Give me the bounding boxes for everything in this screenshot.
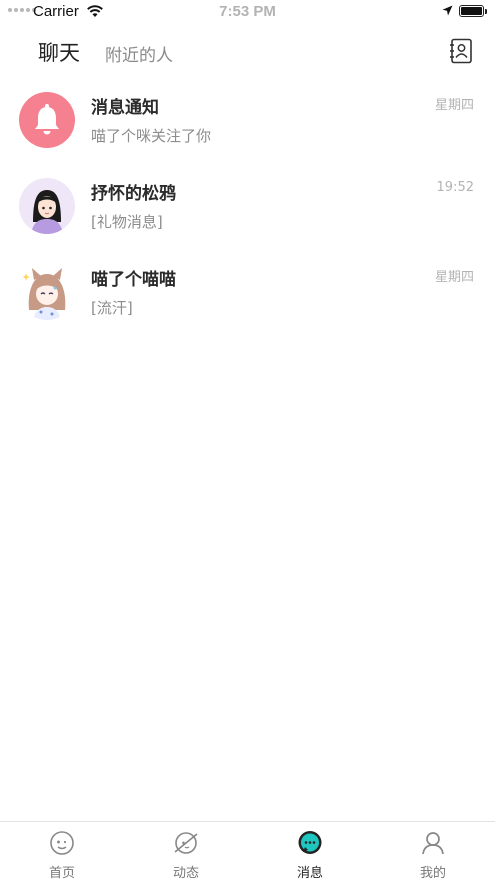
conversation-name: 喵了个喵喵 bbox=[91, 270, 176, 290]
conversation-name: 消息通知 bbox=[91, 98, 159, 118]
tab-profile[interactable]: 我的 bbox=[371, 822, 495, 882]
conversation-preview: [流汗] bbox=[91, 299, 133, 317]
top-tabs: 聊天 附近的人 bbox=[0, 32, 495, 72]
conversation-preview: [礼物消息] bbox=[91, 213, 163, 231]
conversation-item[interactable]: 消息通知 喵了个咪关注了你 星期四 bbox=[0, 77, 495, 163]
anime-girl-avatar bbox=[19, 264, 75, 320]
conversation-preview: 喵了个咪关注了你 bbox=[91, 127, 212, 145]
tab-home[interactable]: 首页 bbox=[0, 822, 124, 882]
status-bar: Carrier 7:53 PM bbox=[0, 0, 495, 24]
conversation-time: 星期四 bbox=[434, 98, 474, 113]
notification-avatar bbox=[19, 92, 75, 148]
location-arrow-icon bbox=[442, 5, 453, 16]
tab-label: 我的 bbox=[419, 866, 446, 881]
conversation-item[interactable]: 喵了个喵喵 [流汗] 星期四 bbox=[0, 249, 495, 335]
tab-label: 首页 bbox=[48, 866, 75, 881]
conversation-time: 星期四 bbox=[434, 270, 474, 285]
bell-icon bbox=[35, 104, 59, 135]
contacts-book-icon[interactable] bbox=[449, 38, 473, 64]
conversation-time: 19:52 bbox=[436, 180, 474, 195]
conversation-list: 消息通知 喵了个咪关注了你 星期四 抒怀的松鸦 [礼物消息] 19:52 喵了个… bbox=[0, 77, 495, 335]
girl-avatar bbox=[19, 178, 75, 234]
battery-icon bbox=[459, 5, 487, 17]
home-icon bbox=[50, 831, 74, 855]
status-time: 7:53 PM bbox=[219, 3, 276, 20]
tab-nearby[interactable]: 附近的人 bbox=[105, 41, 173, 66]
conversation-name: 抒怀的松鸦 bbox=[91, 184, 176, 204]
tab-label: 动态 bbox=[172, 866, 199, 881]
tab-messages[interactable]: 消息 bbox=[248, 822, 372, 882]
bottom-tab-bar: 首页 动态 消息 我的 bbox=[0, 821, 495, 882]
tab-label: 消息 bbox=[296, 866, 323, 881]
conversation-item[interactable]: 抒怀的松鸦 [礼物消息] 19:52 bbox=[0, 163, 495, 249]
planet-icon bbox=[174, 832, 198, 854]
profile-icon bbox=[422, 832, 444, 855]
tab-chat[interactable]: 聊天 bbox=[38, 37, 80, 67]
message-icon bbox=[298, 831, 322, 854]
tab-moments[interactable]: 动态 bbox=[124, 822, 248, 882]
